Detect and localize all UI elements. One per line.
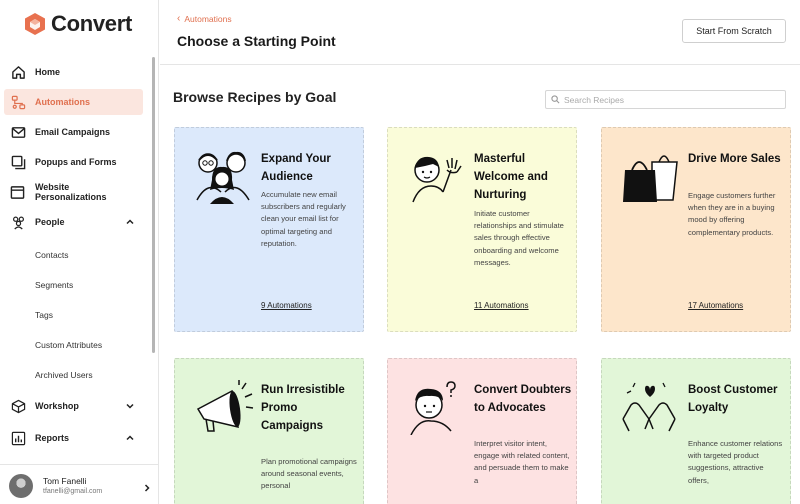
chevron-up-icon[interactable] <box>125 217 135 227</box>
user-email: tfanelli@gmail.com <box>43 488 103 495</box>
sidebar-subitem-segments[interactable]: Segments <box>35 280 73 290</box>
sidebar-item-people[interactable]: People <box>4 209 143 235</box>
sidebar: Convert Home Automations Email Campaigns… <box>0 0 159 504</box>
recipe-card-customer-loyalty[interactable]: Boost Customer Loyalty Enhance customer … <box>601 358 791 504</box>
waving-person-icon <box>412 156 462 203</box>
sidebar-subitem-custom-attributes[interactable]: Custom Attributes <box>35 340 102 350</box>
sidebar-item-home[interactable]: Home <box>4 59 143 85</box>
breadcrumb[interactable]: ‹ Automations <box>177 13 232 24</box>
sidebar-subitem-tags[interactable]: Tags <box>35 310 53 320</box>
card-description: Accumulate new email subscribers and reg… <box>261 190 346 248</box>
recipe-card-expand-audience[interactable]: Expand Your Audience Accumulate new emai… <box>174 127 364 332</box>
chevron-up-icon[interactable] <box>125 433 135 443</box>
card-description: Interpret visitor intent, engage with re… <box>474 439 570 485</box>
brand-logo[interactable]: Convert <box>24 11 132 37</box>
chevron-left-icon: ‹ <box>177 13 181 24</box>
sidebar-item-label: Website Personalizations <box>34 182 107 202</box>
card-automations-link[interactable]: 17 Automations <box>688 301 743 310</box>
start-from-scratch-button[interactable]: Start From Scratch <box>682 19 786 43</box>
sidebar-item-label: Automations <box>35 97 90 107</box>
thinking-person-icon <box>410 381 456 435</box>
popup-icon <box>10 154 26 170</box>
automation-icon <box>10 94 26 110</box>
sidebar-scrollbar[interactable] <box>152 57 155 353</box>
card-title: Run Irresistible Promo Campaigns <box>261 384 345 432</box>
recipe-card-drive-sales[interactable]: Drive More Sales Engage customers furthe… <box>601 127 791 332</box>
recipe-card-promo-campaigns[interactable]: Run Irresistible Promo Campaigns Plan pr… <box>174 358 364 504</box>
chart-icon <box>10 430 26 446</box>
sidebar-item-label: Reports <box>35 433 70 443</box>
sidebar-item-email-campaigns[interactable]: Email Campaigns <box>4 119 143 145</box>
card-title: Convert Doubters to Advocates <box>474 384 572 414</box>
card-description: Enhance customer relations with targeted… <box>688 439 783 485</box>
card-description: Initiate customer relationships and stim… <box>474 209 564 267</box>
card-automations-link[interactable]: 11 Automations <box>474 301 529 310</box>
convert-logo-icon <box>25 13 45 35</box>
sidebar-item-label: Home <box>35 67 61 77</box>
sidebar-item-label: Email Campaigns <box>35 127 111 137</box>
chevron-right-icon[interactable] <box>143 484 151 492</box>
recipe-card-welcome-nurturing[interactable]: Masterful Welcome and Nurturing Initiate… <box>387 127 577 332</box>
sidebar-item-website-personalizations[interactable]: Website Personalizations <box>4 179 143 205</box>
search-icon <box>551 95 560 104</box>
card-automations-link[interactable]: 9 Automations <box>261 301 312 310</box>
cube-icon <box>10 398 26 414</box>
sidebar-item-label: People <box>35 217 65 227</box>
sidebar-item-reports[interactable]: Reports <box>4 425 143 451</box>
card-description: Engage customers further when they are i… <box>688 191 776 237</box>
megaphone-icon <box>196 380 254 432</box>
page-title: Choose a Starting Point <box>177 33 336 49</box>
search-box[interactable] <box>545 90 786 109</box>
search-input[interactable] <box>564 94 784 105</box>
user-name: Tom Fanelli <box>43 476 87 486</box>
sidebar-item-label: Workshop <box>35 401 79 411</box>
envelope-icon <box>10 124 26 140</box>
brand-name: Convert <box>51 11 133 36</box>
sidebar-item-workshop[interactable]: Workshop <box>4 393 143 419</box>
home-icon <box>10 64 26 80</box>
card-description: Plan promotional campaigns around season… <box>261 457 357 491</box>
card-title: Masterful Welcome and Nurturing <box>474 153 548 201</box>
sidebar-item-label: Popups and Forms <box>35 157 117 167</box>
chevron-down-icon[interactable] <box>125 401 135 411</box>
sidebar-subitem-contacts[interactable]: Contacts <box>35 250 69 260</box>
heart-hands-icon <box>622 382 676 432</box>
shopping-bags-icon <box>623 155 678 202</box>
recipe-card-doubters-advocates[interactable]: Convert Doubters to Advocates Interpret … <box>387 358 577 504</box>
card-title: Drive More Sales <box>688 153 781 165</box>
page-header: ‹ Automations Choose a Starting Point St… <box>160 0 800 65</box>
browser-icon <box>10 184 26 200</box>
people-icon <box>10 214 26 230</box>
sidebar-item-automations[interactable]: Automations <box>4 89 143 115</box>
people-group-icon <box>196 151 250 204</box>
sidebar-subitem-archived-users[interactable]: Archived Users <box>35 370 93 380</box>
sidebar-item-popups-forms[interactable]: Popups and Forms <box>4 149 143 175</box>
card-title: Boost Customer Loyalty <box>688 384 778 414</box>
card-title: Expand Your Audience <box>261 153 331 183</box>
user-profile[interactable]: Tom Fanelli tfanelli@gmail.com <box>0 464 159 504</box>
section-title: Browse Recipes by Goal <box>173 89 337 105</box>
breadcrumb-label: Automations <box>184 13 232 24</box>
avatar <box>9 474 33 498</box>
